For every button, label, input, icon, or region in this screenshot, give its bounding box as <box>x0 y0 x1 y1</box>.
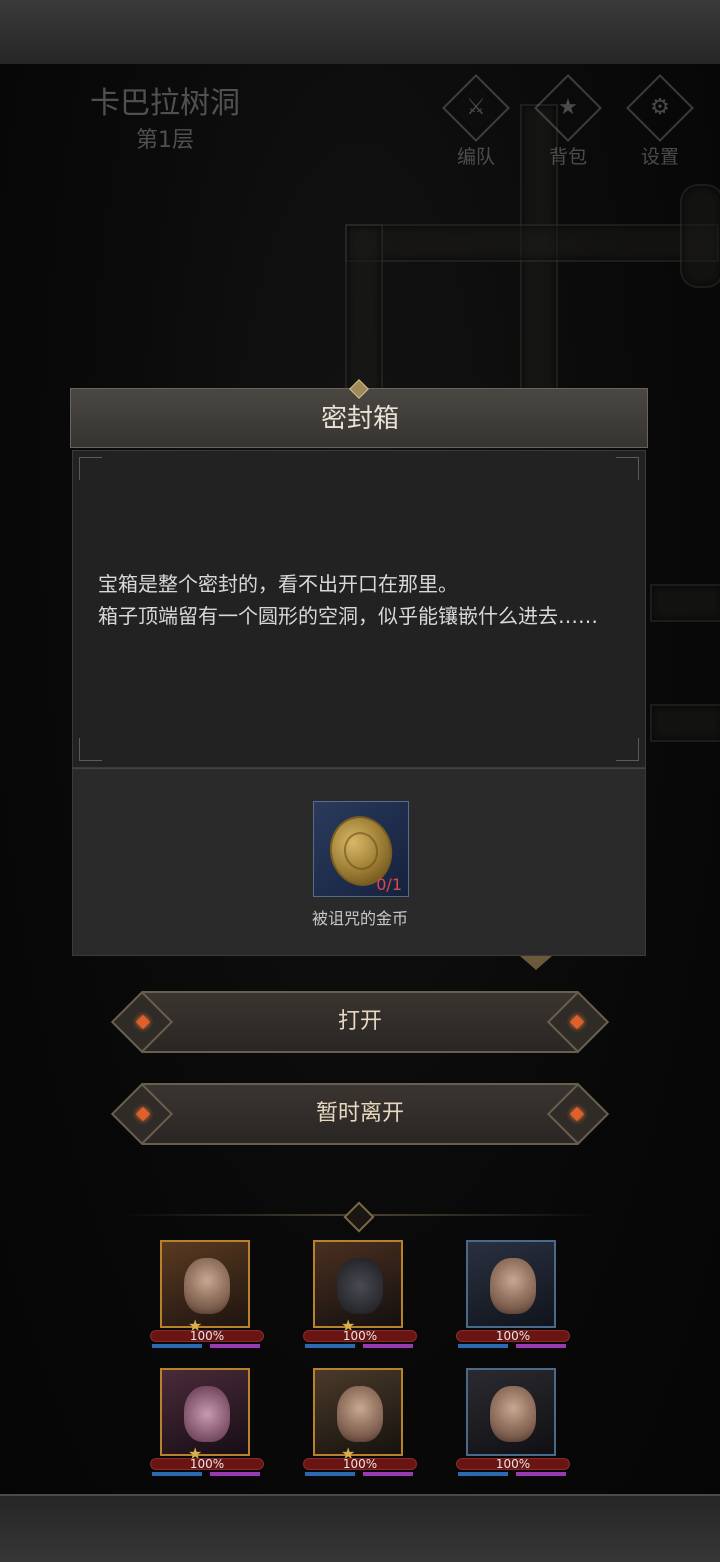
formation-button[interactable]: ⚔ 编队 <box>436 74 516 168</box>
open-button-label: 打开 <box>337 1009 382 1034</box>
party-member-1[interactable]: ★ 100% <box>150 1240 264 1352</box>
hp-percent: 100% <box>495 1457 531 1471</box>
skill-bar <box>210 1344 260 1348</box>
bottom-stone-frame <box>0 1494 720 1562</box>
hero-portrait <box>160 1240 250 1328</box>
mana-bar <box>458 1472 508 1476</box>
dialog-description: 宝箱是整个密封的，看不出开口在那里。 箱子顶端留有一个圆形的空洞，似乎能镶嵌什么… <box>98 568 618 632</box>
leave-button[interactable]: 暂时离开 <box>110 1082 610 1147</box>
leave-button-label: 暂时离开 <box>315 1101 404 1126</box>
open-button[interactable]: 打开 <box>110 990 610 1055</box>
hero-face <box>337 1386 383 1442</box>
corner-ornament <box>616 457 639 480</box>
mana-bar <box>458 1344 508 1348</box>
party-member-5[interactable]: ★ 100% <box>303 1368 417 1480</box>
floor-label: 第1层 <box>136 128 194 153</box>
hp-percent: 100% <box>495 1329 531 1343</box>
description-line: 宝箱是整个密封的，看不出开口在那里。 <box>98 572 458 596</box>
hp-percent: 100% <box>189 1329 225 1343</box>
backpack-icon: ★ <box>534 74 602 142</box>
hp-percent: 100% <box>342 1329 378 1343</box>
mana-bar <box>152 1472 202 1476</box>
hero-portrait <box>160 1368 250 1456</box>
skill-bar <box>363 1344 413 1348</box>
mana-bar <box>305 1344 355 1348</box>
item-count: 0/1 <box>376 875 402 894</box>
skill-bar <box>516 1472 566 1476</box>
hero-face <box>184 1386 230 1442</box>
corner-ornament <box>79 738 102 761</box>
party-member-3[interactable]: 100% <box>456 1240 570 1352</box>
dialog-title: 密封箱 <box>320 404 399 434</box>
hero-face <box>490 1386 536 1442</box>
chevron-down-icon <box>520 956 552 970</box>
hero-face <box>337 1258 383 1314</box>
formation-label: 编队 <box>456 146 495 168</box>
settings-gear-icon: ⚙ <box>626 74 694 142</box>
settings-label: 设置 <box>640 146 679 168</box>
location-name: 卡巴拉树洞 <box>90 86 240 121</box>
party-member-6[interactable]: 100% <box>456 1368 570 1480</box>
corner-ornament <box>616 738 639 761</box>
skill-bar <box>363 1472 413 1476</box>
hero-portrait <box>313 1240 403 1328</box>
hp-percent: 100% <box>342 1457 378 1471</box>
backpack-label: 背包 <box>548 146 587 168</box>
formation-icon: ⚔ <box>442 74 510 142</box>
hero-portrait <box>466 1368 556 1456</box>
hero-face <box>184 1258 230 1314</box>
backpack-button[interactable]: ★ 背包 <box>528 74 608 168</box>
mana-bar <box>152 1344 202 1348</box>
party-member-4[interactable]: ★ 100% <box>150 1368 264 1480</box>
mana-bar <box>305 1472 355 1476</box>
sealed-chest-dialog: 密封箱 宝箱是整个密封的，看不出开口在那里。 箱子顶端留有一个圆形的空洞，似乎能… <box>70 379 648 956</box>
hero-portrait <box>313 1368 403 1456</box>
skill-bar <box>210 1472 260 1476</box>
settings-button[interactable]: ⚙ 设置 <box>620 74 700 168</box>
top-stone-frame <box>0 0 720 66</box>
dialog-header: 密封箱 <box>70 379 648 448</box>
item-name: 被诅咒的金币 <box>311 909 408 928</box>
required-item-panel: 0/1 被诅咒的金币 <box>72 768 646 956</box>
hp-percent: 100% <box>189 1457 225 1471</box>
description-line: 箱子顶端留有一个圆形的空洞，似乎能镶嵌什么进去…… <box>98 604 598 628</box>
party-member-2[interactable]: ★ 100% <box>303 1240 417 1352</box>
corner-ornament <box>79 457 102 480</box>
hero-face <box>490 1258 536 1314</box>
required-item-slot[interactable]: 0/1 <box>313 801 409 897</box>
hero-portrait <box>466 1240 556 1328</box>
skill-bar <box>516 1344 566 1348</box>
